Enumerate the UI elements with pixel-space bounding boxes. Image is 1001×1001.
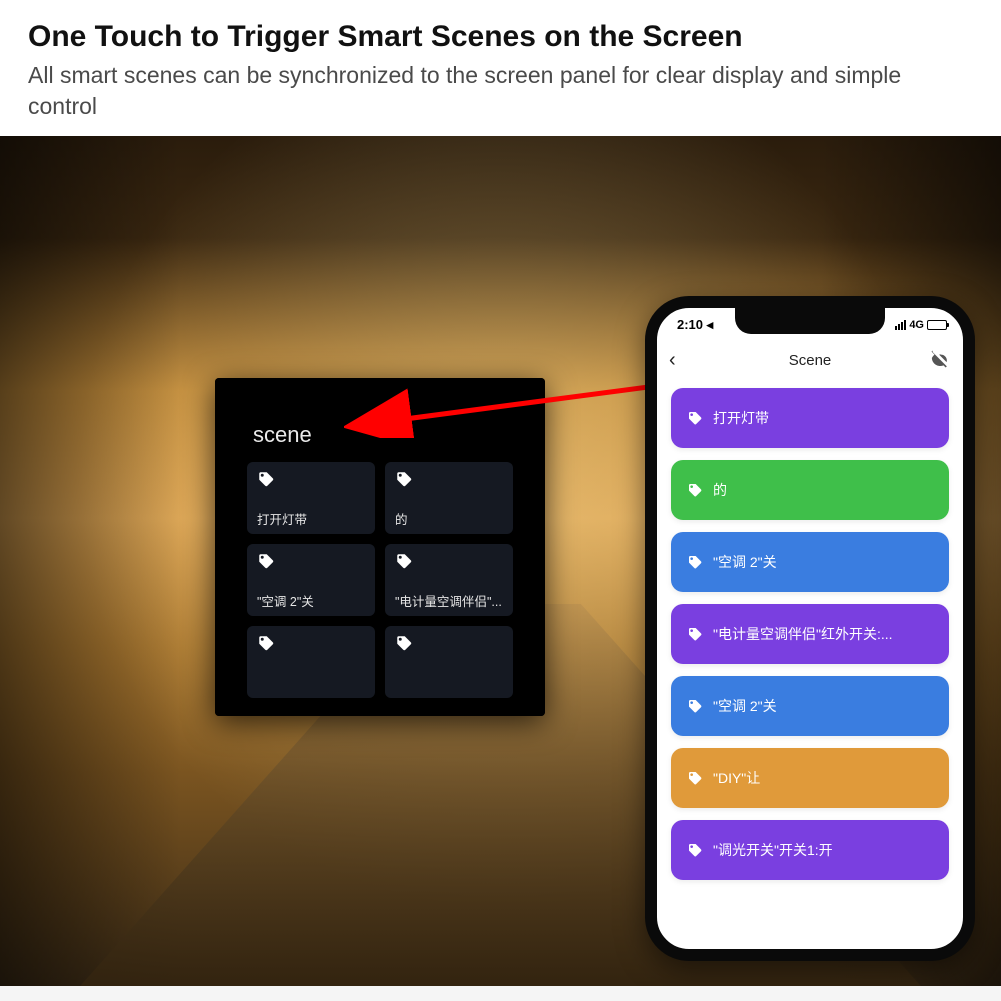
visibility-toggle-icon[interactable] <box>931 348 951 372</box>
page-title: One Touch to Trigger Smart Scenes on the… <box>28 20 973 54</box>
phone-scene-label: 的 <box>713 480 727 500</box>
phone-scene-label: "空调 2"关 <box>713 552 777 572</box>
back-button[interactable]: ‹ <box>669 349 676 372</box>
panel-scene-tile[interactable] <box>247 626 375 698</box>
tag-icon <box>257 552 275 570</box>
panel-scene-tile[interactable]: "电计量空调伴侣"... <box>385 544 513 616</box>
phone-screen-title: Scene <box>789 352 832 369</box>
tag-icon <box>687 770 703 786</box>
phone-scene-item[interactable]: "DIY"让 <box>671 748 949 808</box>
panel-scene-tile[interactable] <box>385 626 513 698</box>
phone-scene-label: "DIY"让 <box>713 768 760 788</box>
panel-title: scene <box>253 422 513 448</box>
tag-icon <box>687 482 703 498</box>
phone-scene-label: 打开灯带 <box>713 408 769 428</box>
phone-scene-item[interactable]: "电计量空调伴侣"红外开关:... <box>671 604 949 664</box>
network-label: 4G <box>909 319 924 331</box>
panel-scene-grid: 打开灯带 的 "空调 2"关 "电计量空调伴侣"... <box>247 462 513 698</box>
panel-tile-label: "电计量空调伴侣"... <box>395 591 503 610</box>
page-subtitle: All smart scenes can be synchronized to … <box>28 60 973 122</box>
tag-icon <box>395 634 413 652</box>
hero-image: scene 打开灯带 的 "空调 2"关 "电计量空调伴侣"... <box>0 136 1001 986</box>
panel-scene-tile[interactable]: 的 <box>385 462 513 534</box>
signal-icon <box>895 320 906 330</box>
phone-scene-item[interactable]: "调光开关"开关1:开 <box>671 820 949 880</box>
panel-tile-label: "空调 2"关 <box>257 591 365 610</box>
tag-icon <box>395 470 413 488</box>
tag-icon <box>687 554 703 570</box>
battery-icon <box>927 320 947 330</box>
tag-icon <box>687 626 703 642</box>
smart-panel: scene 打开灯带 的 "空调 2"关 "电计量空调伴侣"... <box>215 378 545 716</box>
phone-scene-item[interactable]: 的 <box>671 460 949 520</box>
panel-tile-label: 打开灯带 <box>257 509 365 528</box>
phone-notch <box>735 308 885 334</box>
tag-icon <box>257 470 275 488</box>
status-right: 4G <box>895 319 947 331</box>
phone-screen-header: ‹ Scene <box>657 342 963 378</box>
tag-icon <box>395 552 413 570</box>
phone-scene-label: "空调 2"关 <box>713 696 777 716</box>
panel-scene-tile[interactable]: "空调 2"关 <box>247 544 375 616</box>
panel-tile-label: 的 <box>395 509 503 528</box>
phone-scene-label: "电计量空调伴侣"红外开关:... <box>713 624 893 644</box>
phone-scene-list: 打开灯带的 "空调 2"关 "电计量空调伴侣"红外开关:... "空调 2"关 "DIY… <box>657 378 963 880</box>
tag-icon <box>687 842 703 858</box>
phone-scene-item[interactable]: "空调 2"关 <box>671 532 949 592</box>
status-time: 2:10 ◂ <box>677 317 713 333</box>
page-header: One Touch to Trigger Smart Scenes on the… <box>0 0 1001 136</box>
panel-scene-tile[interactable]: 打开灯带 <box>247 462 375 534</box>
phone-scene-item[interactable]: 打开灯带 <box>671 388 949 448</box>
phone-scene-label: "调光开关"开关1:开 <box>713 840 833 860</box>
phone-scene-item[interactable]: "空调 2"关 <box>671 676 949 736</box>
tag-icon <box>687 698 703 714</box>
tag-icon <box>687 410 703 426</box>
tag-icon <box>257 634 275 652</box>
phone-mockup: 2:10 ◂ 4G ‹ Scene 打开灯带的 "空调 2"关 "电计量空调伴侣"红… <box>645 296 975 961</box>
